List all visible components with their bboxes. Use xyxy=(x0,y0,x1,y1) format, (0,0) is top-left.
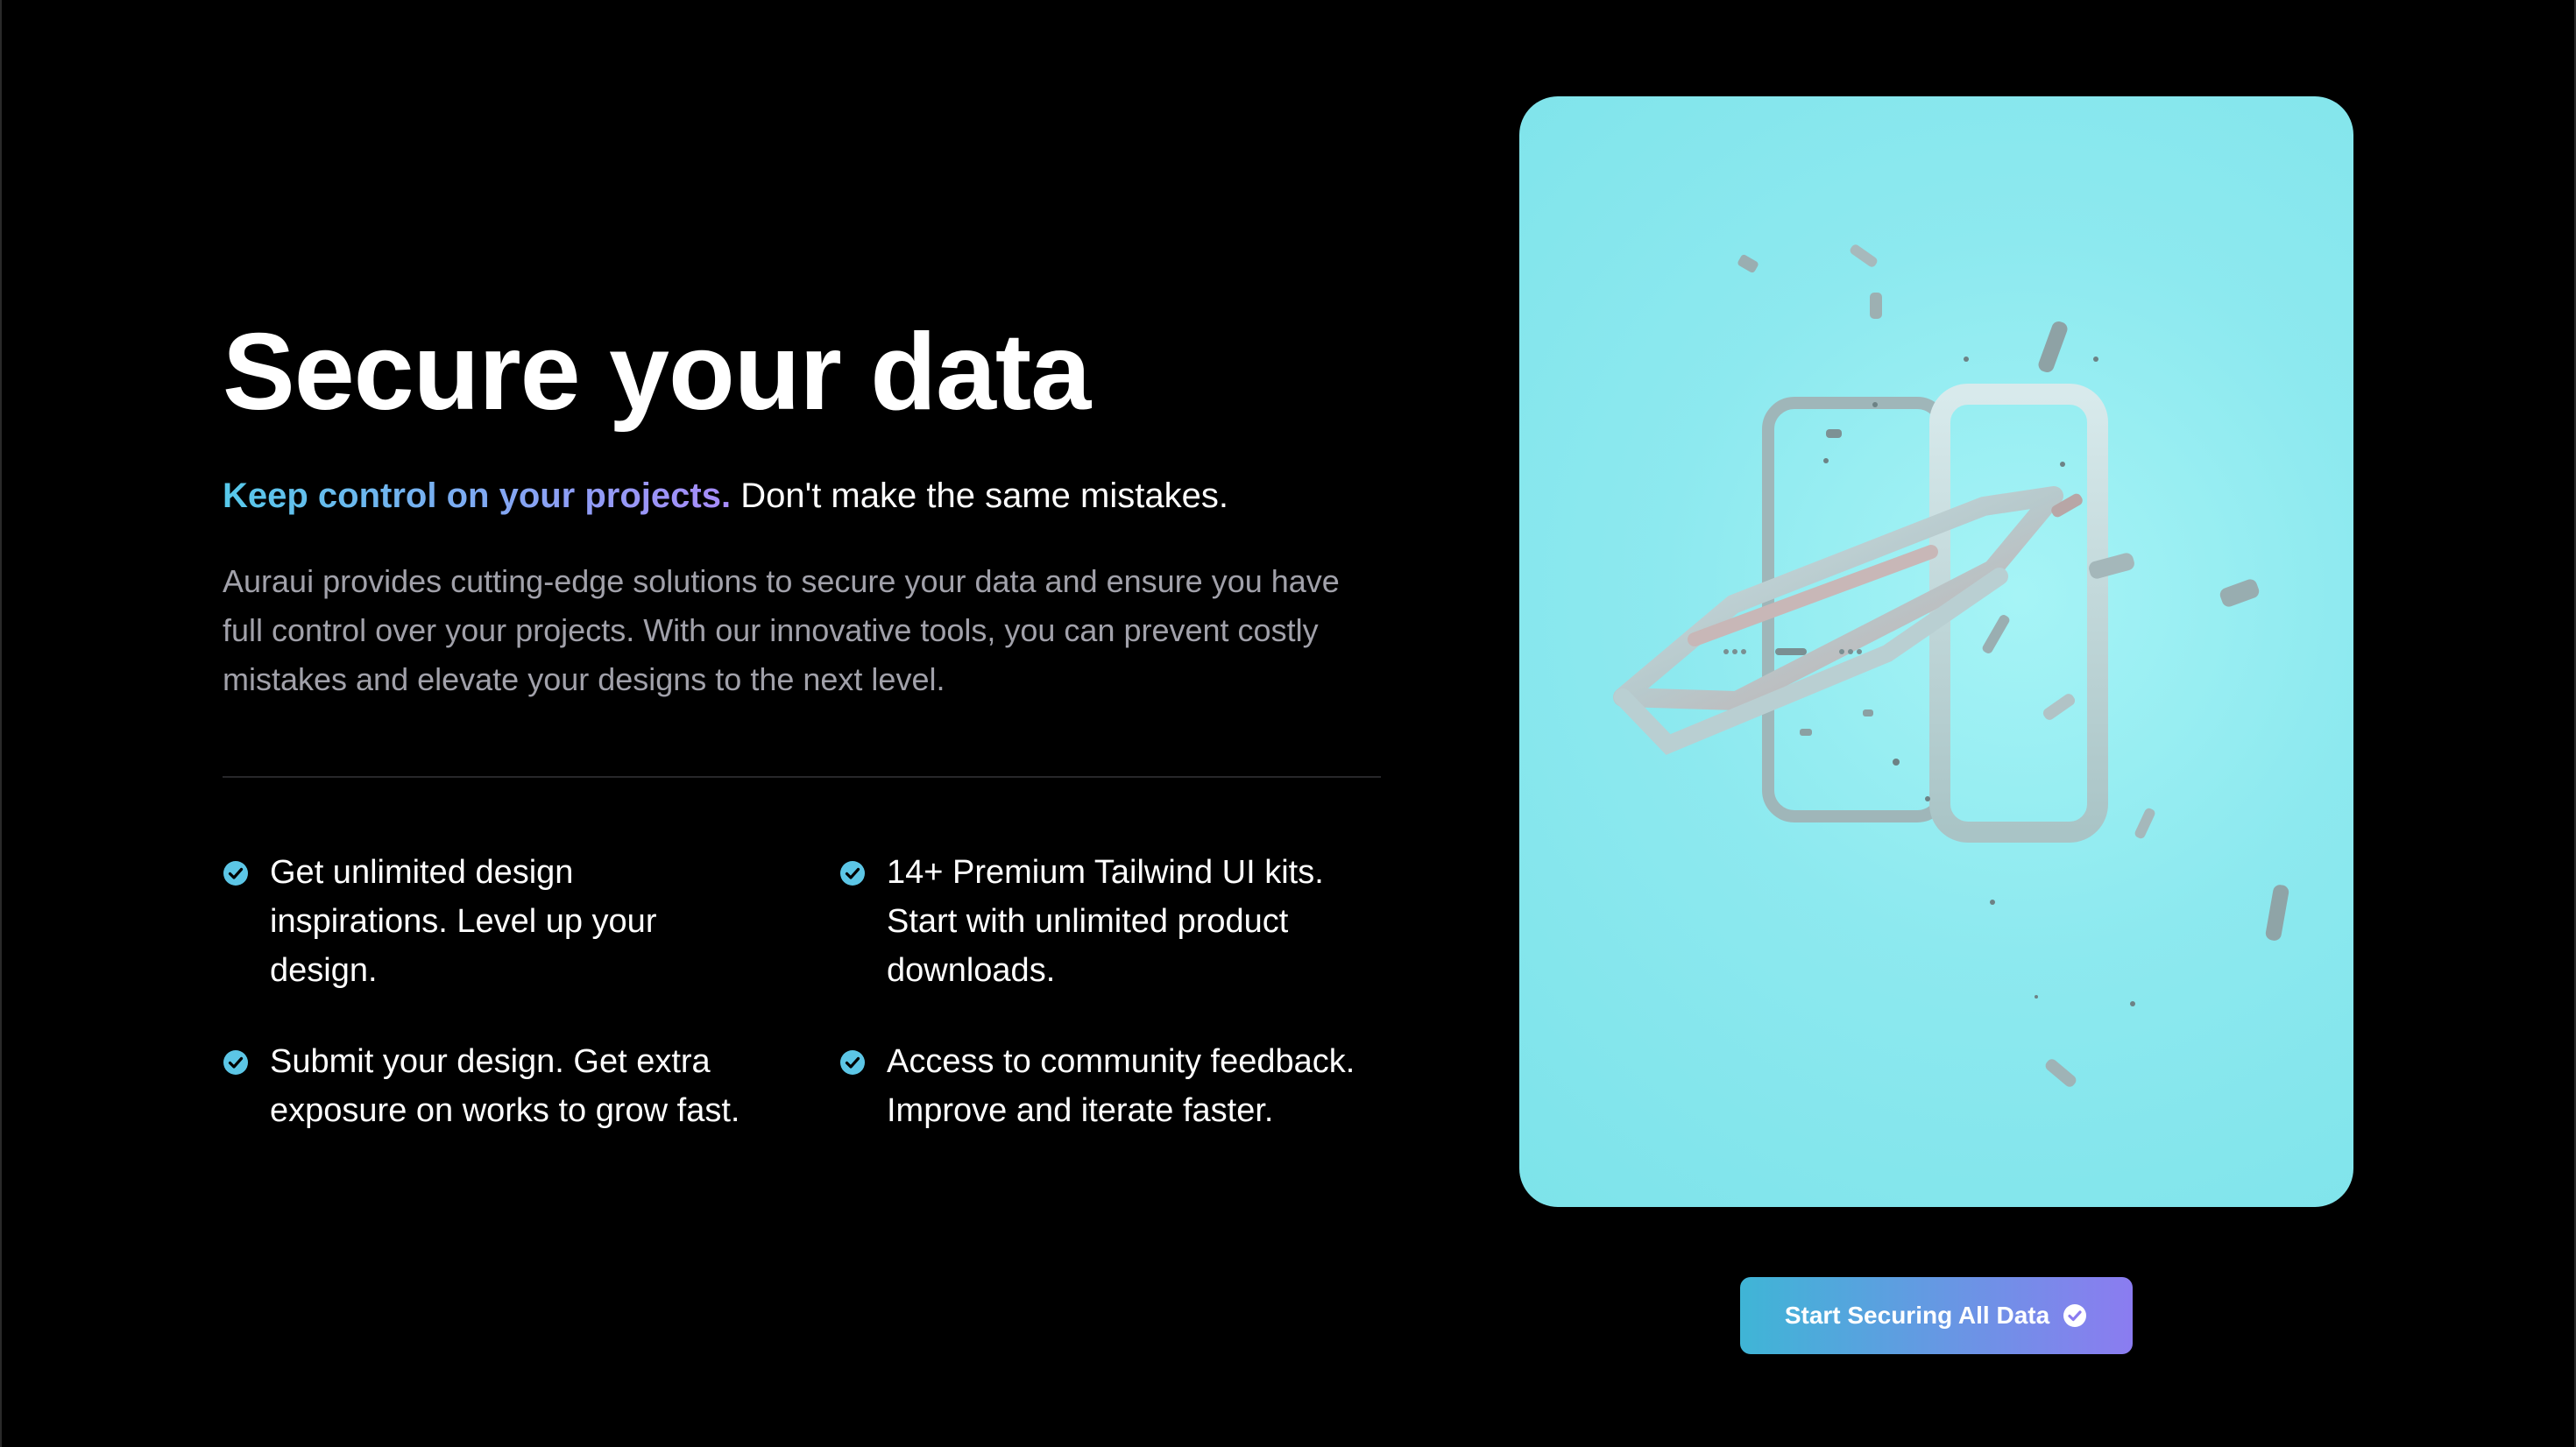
cta-label: Start Securing All Data xyxy=(1784,1302,2050,1329)
divider xyxy=(223,776,1381,778)
check-circle-icon xyxy=(223,1050,248,1075)
page-title: Secure your data xyxy=(223,312,1091,433)
tagline: Keep control on your projects. Don't mak… xyxy=(223,471,1381,520)
feature-item: Submit your design. Get extra exposure o… xyxy=(223,1037,766,1135)
start-securing-button[interactable]: Start Securing All Data xyxy=(1740,1277,2133,1354)
check-circle-icon xyxy=(840,1050,865,1075)
illustration-art xyxy=(1613,244,2289,1087)
feature-text: Get unlimited design inspirations. Level… xyxy=(270,854,657,989)
check-circle-icon xyxy=(840,861,865,886)
feature-item: Get unlimited design inspirations. Level… xyxy=(223,848,713,995)
feature-item: Access to community feedback. Improve an… xyxy=(839,1037,1383,1135)
hero-content: Secure your data Keep control on your pr… xyxy=(223,307,1381,1137)
hero-description: Auraui provides cutting-edge solutions t… xyxy=(223,563,1340,697)
phone-frames-illustration xyxy=(1519,96,2353,1207)
feature-text: Submit your design. Get extra exposure o… xyxy=(270,1043,740,1129)
check-circle-icon xyxy=(223,861,248,886)
feature-text: Access to community feedback. Improve an… xyxy=(887,1043,1355,1129)
feature-list: Get unlimited design inspirations. Level… xyxy=(223,848,1381,1137)
feature-item: 14+ Premium Tailwind UI kits. Start with… xyxy=(839,848,1330,995)
tagline-accent: Keep control on your projects. xyxy=(223,476,732,515)
feature-text: 14+ Premium Tailwind UI kits. Start with… xyxy=(887,854,1324,989)
tagline-rest: Don't make the same mistakes. xyxy=(731,476,1228,515)
check-circle-icon xyxy=(2063,1304,2087,1327)
